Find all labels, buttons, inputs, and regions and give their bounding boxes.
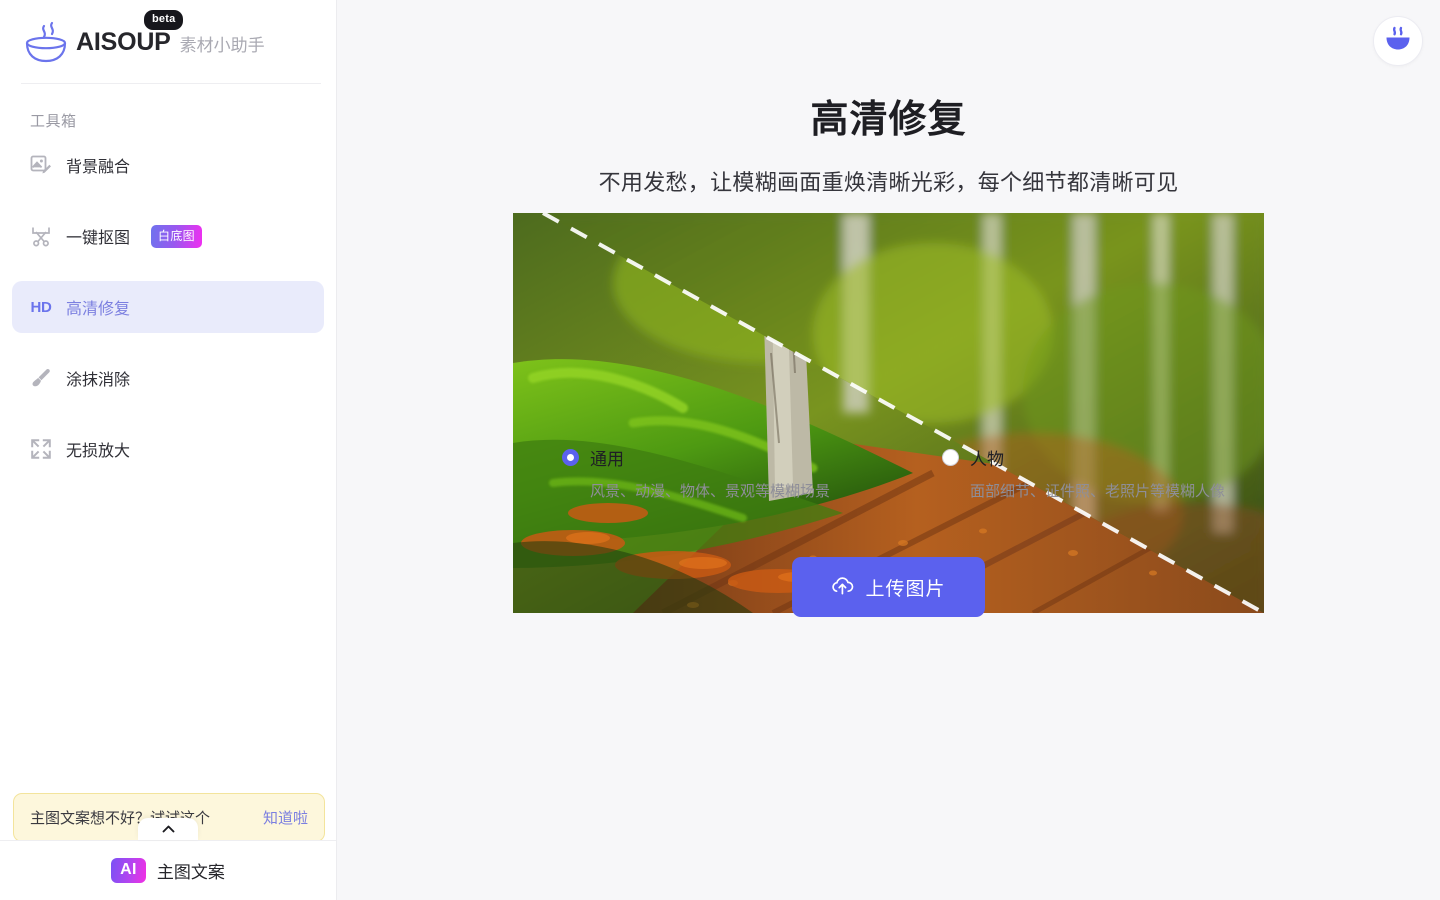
avatar[interactable] [1373, 16, 1423, 66]
sidebar-item-label: 涂抹消除 [66, 372, 131, 389]
image-edit-icon [28, 152, 54, 178]
radio-general[interactable] [562, 449, 579, 466]
sidebar-item-label: 背景融合 [66, 159, 131, 176]
main-content: 高清修复 不用发愁，让模糊画面重焕清晰光彩，每个细节都清晰可见 通用 风景、动漫… [337, 0, 1440, 900]
brush-icon [28, 365, 54, 391]
preview-image [513, 213, 1264, 613]
mode-option-portrait-head: 人物 [942, 445, 1322, 470]
radio-portrait[interactable] [942, 449, 959, 466]
sidebar-item-cutout[interactable]: 一键抠图 白底图 [12, 210, 324, 262]
footer-main-copy-entry[interactable]: AI 主图文案 [0, 840, 336, 900]
brand-divider [21, 83, 321, 84]
upload-area: 上传图片 [337, 557, 1440, 617]
footer-label: 主图文案 [156, 863, 225, 882]
sidebar-item-object-removal[interactable]: 涂抹消除 [12, 352, 324, 404]
brand-subtitle: 素材小助手 [179, 35, 265, 55]
upload-image-button[interactable]: 上传图片 [792, 557, 985, 617]
soup-bowl-logo-icon [22, 19, 72, 65]
scissors-icon [28, 223, 54, 249]
ai-badge: AI [111, 858, 146, 883]
promo-tooltip-dismiss-link[interactable]: 知道啦 [263, 807, 308, 828]
sidebar-item-label: 一键抠图 [66, 230, 131, 247]
hd-text-icon: HD [30, 298, 52, 316]
sidebar: AISOUP 素材小助手 beta 工具箱 背景融合 一键抠图 白底图 HD 高… [0, 0, 337, 900]
toolbox-section-title: 工具箱 [30, 113, 77, 130]
before-after-preview[interactable] [513, 213, 1264, 613]
beta-badge: beta [144, 9, 184, 30]
tool-list: 背景融合 一键抠图 白底图 HD 高清修复 涂抹消除 无损放大 [0, 139, 336, 475]
mode-options: 通用 风景、动漫、物体、景观等模糊场景 人物 面部细节、证件照、老照片等模糊人像 [562, 445, 1322, 501]
brand-header[interactable]: AISOUP 素材小助手 beta [0, 0, 336, 84]
app-root: AISOUP 素材小助手 beta 工具箱 背景融合 一键抠图 白底图 HD 高… [0, 0, 1440, 900]
mode-option-general-head: 通用 [562, 445, 942, 470]
page-subtitle: 不用发愁，让模糊画面重焕清晰光彩，每个细节都清晰可见 [598, 170, 1179, 195]
sidebar-item-lossless-enlarge[interactable]: 无损放大 [12, 423, 324, 475]
sidebar-item-label: 高清修复 [66, 301, 131, 318]
page-title: 高清修复 [810, 99, 967, 141]
soup-bowl-icon [1383, 25, 1413, 58]
sidebar-collapse-toggle[interactable] [138, 818, 198, 840]
brand-name: AISOUP [76, 27, 171, 56]
upload-button-label: 上传图片 [865, 578, 946, 600]
sidebar-item-label: 无损放大 [66, 443, 131, 460]
mode-option-label: 人物 [970, 450, 1004, 469]
mode-option-desc: 风景、动漫、物体、景观等模糊场景 [590, 483, 831, 500]
mode-option-desc: 面部细节、证件照、老照片等模糊人像 [970, 483, 1226, 500]
mode-option-general[interactable]: 通用 风景、动漫、物体、景观等模糊场景 [562, 445, 942, 501]
white-background-badge: 白底图 [151, 224, 202, 248]
cloud-upload-icon [831, 576, 854, 599]
expand-arrows-icon [28, 436, 54, 462]
sidebar-item-hd-restore[interactable]: HD 高清修复 [12, 281, 324, 333]
mode-option-portrait[interactable]: 人物 面部细节、证件照、老照片等模糊人像 [942, 445, 1322, 501]
chevron-up-icon [162, 820, 175, 838]
sidebar-item-background-fusion[interactable]: 背景融合 [12, 139, 324, 191]
mode-option-label: 通用 [590, 450, 624, 469]
